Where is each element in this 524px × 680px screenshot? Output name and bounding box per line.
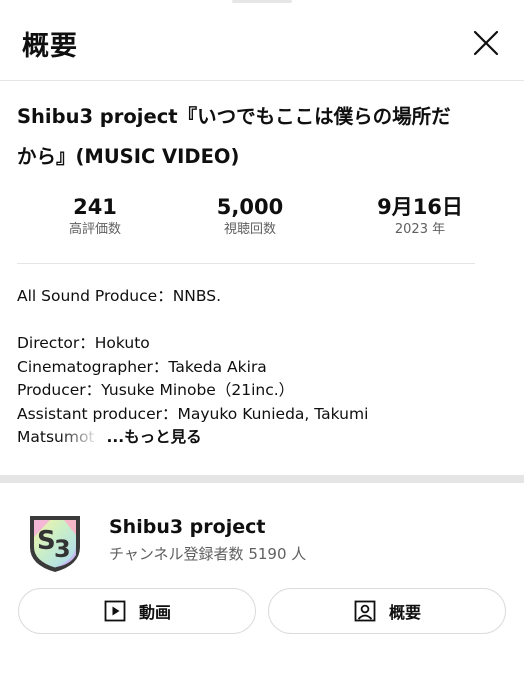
stat-date: 9月16日 2023 年: [350, 193, 490, 239]
description-line: Cinematographer：Takeda Akira: [17, 357, 267, 376]
description-line: Producer：Yusuke Minobe（21inc.）: [17, 381, 295, 399]
panel-title: 概要: [22, 31, 78, 62]
svg-text:3: 3: [54, 535, 71, 563]
video-title-line-2: から』(MUSIC VIDEO): [17, 145, 240, 168]
views-label: 視聴回数: [223, 222, 276, 237]
videos-button[interactable]: 動画: [18, 588, 256, 634]
divider: [17, 263, 475, 264]
description-panel: 概要 Shibu3 project『いつでもここは僕らの場所だ から』(MUSI…: [0, 0, 524, 680]
about-button-label: 概要: [388, 603, 421, 622]
close-icon: [473, 30, 499, 56]
subscriber-count: チャンネル登録者数 5190 人: [109, 545, 307, 563]
description-truncated-text: Matsumot: [17, 426, 99, 450]
description-line: Director：Hokuto: [17, 334, 150, 352]
video-title-line-1: Shibu3 project『いつでもここは僕らの場所だ: [17, 105, 451, 128]
stat-likes: 241 高評価数: [25, 193, 165, 239]
about-button[interactable]: 概要: [268, 588, 506, 634]
stat-views: 5,000 視聴回数: [180, 193, 320, 239]
description-line: All Sound Produce：NNBS.: [17, 287, 222, 305]
show-more-link[interactable]: ...もっと見る: [107, 428, 202, 446]
description-truncated-line: Matsumot ...もっと見る: [17, 426, 512, 450]
channel-name[interactable]: Shibu3 project: [109, 516, 265, 538]
videos-button-label: 動画: [138, 603, 171, 622]
description-blank-line: [17, 309, 512, 333]
close-button[interactable]: [468, 25, 504, 61]
video-stats: 241 高評価数 5,000 視聴回数 9月16日 2023 年: [0, 193, 524, 243]
panel-header: 概要: [0, 0, 524, 81]
channel-logo-icon: S 3: [30, 516, 80, 572]
profile-icon: [354, 600, 376, 622]
play-icon: [104, 600, 126, 622]
likes-count: 241: [73, 195, 117, 219]
publish-year: 2023 年: [394, 222, 446, 237]
likes-label: 高評価数: [68, 222, 121, 237]
video-title: Shibu3 project『いつでもここは僕らの場所だ から』(MUSIC V…: [17, 97, 507, 177]
channel-avatar[interactable]: S 3: [26, 511, 84, 575]
publish-date: 9月16日: [377, 195, 463, 219]
views-count: 5,000: [216, 195, 284, 219]
description-text: All Sound Produce：NNBS. Director：Hokuto …: [17, 285, 512, 450]
section-separator: [0, 475, 524, 483]
description-line: Assistant producer：Mayuko Kunieda, Takum…: [17, 404, 369, 423]
svg-text:S: S: [37, 526, 56, 556]
